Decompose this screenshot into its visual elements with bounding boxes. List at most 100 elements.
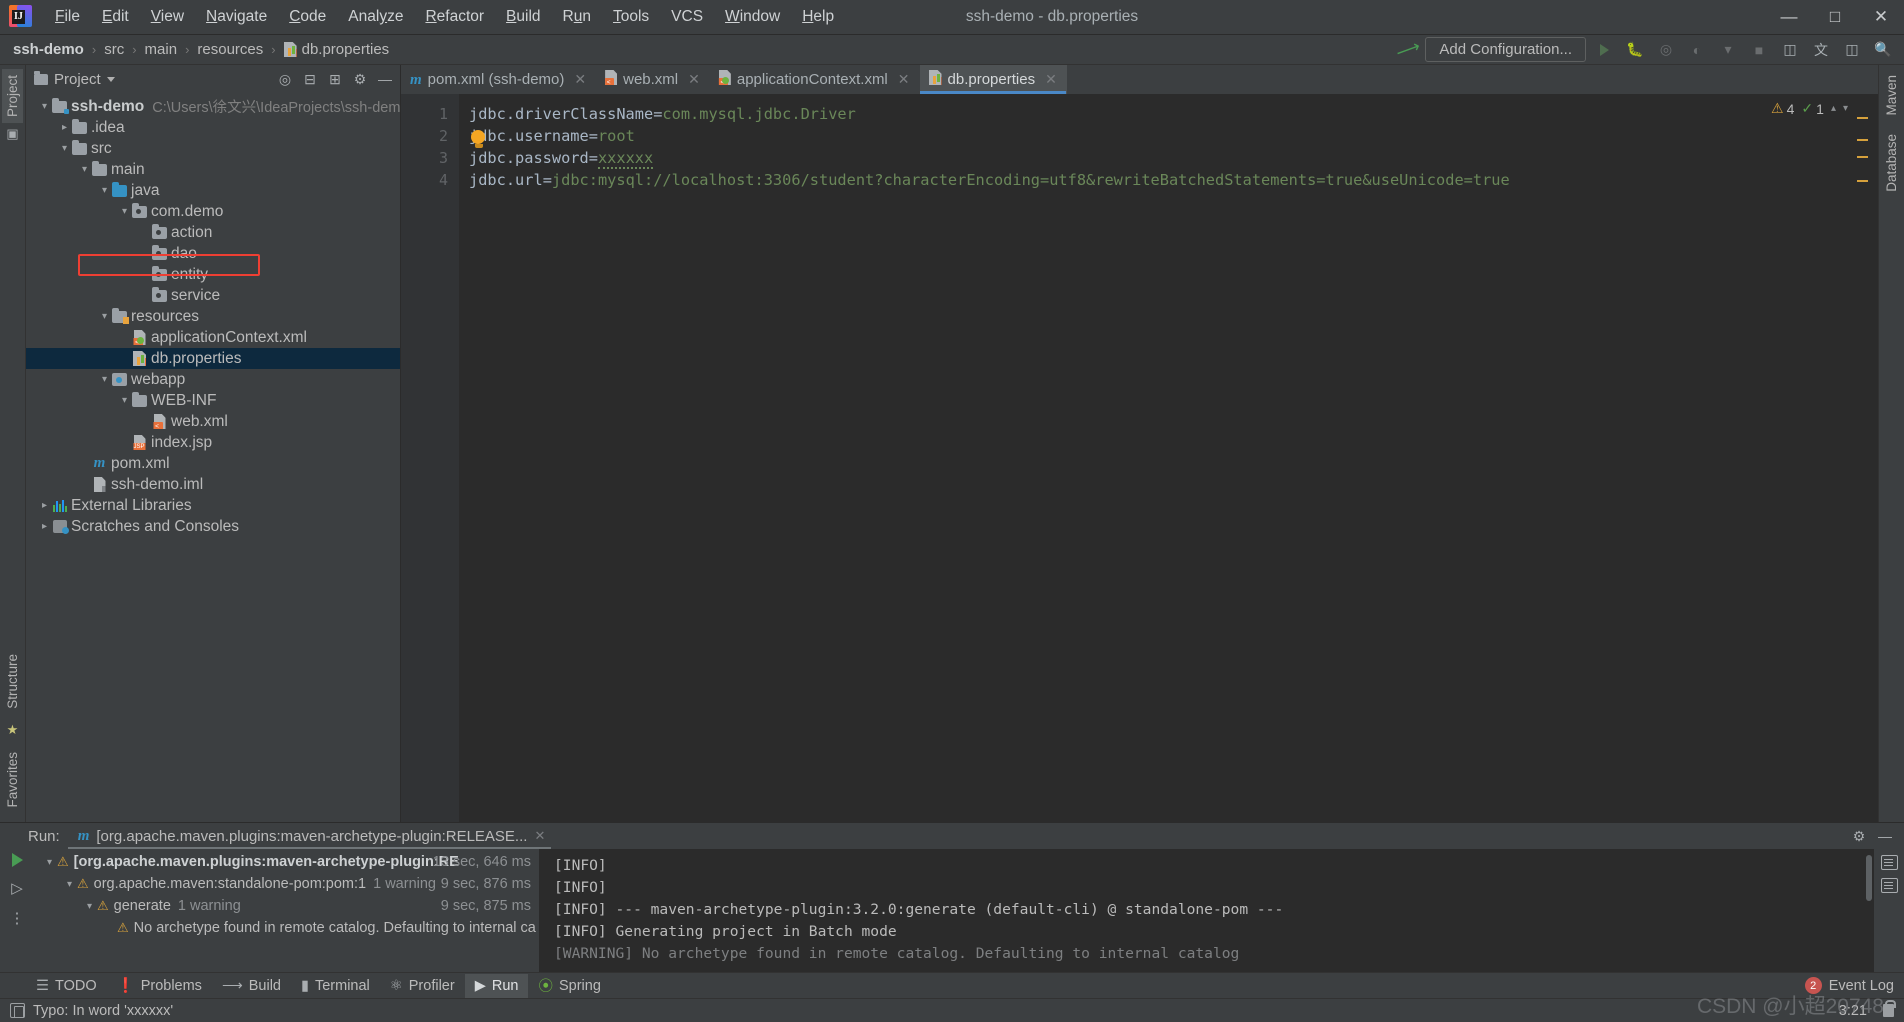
run-coverage-button[interactable]: ◎ xyxy=(1653,38,1679,62)
build-tree-row[interactable]: ▾ ⚠ generate 1 warning 9 sec, 875 ms xyxy=(34,895,539,917)
scroll-to-end-icon[interactable] xyxy=(1880,878,1898,893)
wrap-text-icon[interactable] xyxy=(1880,855,1898,870)
breadcrumb-item-src[interactable]: src xyxy=(101,39,127,60)
chevron-right-icon[interactable]: ▸ xyxy=(38,500,51,511)
hide-panel-icon[interactable]: — xyxy=(1874,825,1896,847)
project-tree[interactable]: ▾ ssh-demo C:\Users\徐文兴\IdeaProjects\ssh-d… xyxy=(26,93,400,822)
tree-item[interactable]: ▸ External Libraries xyxy=(26,495,400,516)
add-configuration-button[interactable]: Add Configuration... xyxy=(1425,37,1586,62)
tree-item[interactable]: ▾ com.demo xyxy=(26,201,400,222)
menu-refactor[interactable]: Refactor xyxy=(414,3,495,31)
tree-item[interactable]: entity xyxy=(26,264,400,285)
tree-item[interactable]: ▾ src xyxy=(26,138,400,159)
caret-position[interactable]: 3:21 xyxy=(1839,1003,1867,1019)
search-icon[interactable]: 🔍 xyxy=(1870,38,1896,62)
bottom-tab-todo[interactable]: ☰ TODO xyxy=(26,974,107,998)
menu-build[interactable]: Build xyxy=(495,3,551,31)
chevron-down-icon[interactable]: ▾ xyxy=(38,101,51,112)
tree-item[interactable]: ssh-demo.iml xyxy=(26,474,400,495)
tree-item[interactable]: ▸ Scratches and Consoles xyxy=(26,516,400,537)
tree-item[interactable]: ▾ main xyxy=(26,159,400,180)
project-panel-title-group[interactable]: Project xyxy=(34,70,115,88)
tool-window-structure[interactable]: Structure xyxy=(2,648,23,715)
editor-tab[interactable]: < web.xml ✕ xyxy=(596,65,710,94)
close-button[interactable]: ✕ xyxy=(1858,0,1904,35)
close-icon[interactable]: ✕ xyxy=(574,71,586,88)
code-line[interactable]: jdbc.password=xxxxxx xyxy=(459,147,1878,169)
stop-button[interactable]: ■ xyxy=(1746,38,1772,62)
chevron-down-icon[interactable]: ▾ xyxy=(118,206,131,217)
bottom-tab-profiler[interactable]: ⚛ Profiler xyxy=(380,974,465,998)
chevron-right-icon[interactable]: ▸ xyxy=(58,122,71,133)
tree-item[interactable]: service xyxy=(26,285,400,306)
tree-item[interactable]: < applicationContext.xml xyxy=(26,327,400,348)
collapse-all-icon[interactable]: ⊟ xyxy=(299,68,321,90)
chevron-down-icon[interactable]: ▾ xyxy=(58,143,71,154)
lock-icon[interactable] xyxy=(1883,1000,1896,1017)
close-icon[interactable]: ✕ xyxy=(898,71,910,88)
tree-item[interactable]: m pom.xml xyxy=(26,453,400,474)
menu-code[interactable]: Code xyxy=(278,3,337,31)
bottom-tab-problems[interactable]: ❗ Problems xyxy=(107,973,212,998)
profile-button[interactable]: ◐ xyxy=(1684,38,1710,62)
commit-icon[interactable]: ▣ xyxy=(6,126,18,142)
intention-bulb-icon[interactable] xyxy=(471,130,486,148)
code-line[interactable]: jdbc.driverClassName=com.mysql.jdbc.Driv… xyxy=(459,103,1878,125)
build-tree-row[interactable]: ▾ ⚠ [org.apache.maven.plugins:maven-archet… xyxy=(34,851,539,873)
tree-item-selected[interactable]: db.properties xyxy=(26,348,400,369)
chevron-down-icon[interactable]: ▾ xyxy=(42,857,57,868)
console-scrollbar[interactable] xyxy=(1866,855,1872,901)
editor-tab[interactable]: db.properties ✕ xyxy=(919,65,1067,94)
menu-vcs[interactable]: VCS xyxy=(660,3,714,31)
expand-icon[interactable]: ⊞ xyxy=(324,68,346,90)
tree-item[interactable]: ▸ .idea xyxy=(26,117,400,138)
favorites-star-icon[interactable]: ★ xyxy=(7,722,19,738)
breadcrumb-item-file[interactable]: db.properties xyxy=(281,39,393,60)
project-structure-button[interactable]: ◫ xyxy=(1777,38,1803,62)
event-log-group[interactable]: 2 Event Log xyxy=(1804,977,1904,994)
chevron-up-icon[interactable]: ▴ xyxy=(1831,103,1836,114)
tree-item[interactable]: ▾ webapp xyxy=(26,369,400,390)
tool-window-project[interactable]: Project xyxy=(2,69,23,124)
chevron-down-icon[interactable]: ▾ xyxy=(98,374,111,385)
locate-icon[interactable]: ◎ xyxy=(274,68,296,90)
rerun-button[interactable] xyxy=(11,853,23,867)
tree-item[interactable]: action xyxy=(26,222,400,243)
editor-tab[interactable]: < applicationContext.xml ✕ xyxy=(710,65,920,94)
tree-item[interactable]: ▾ ssh-demo C:\Users\徐文兴\IdeaProjects\ssh-d… xyxy=(26,96,400,117)
main-menu-bar[interactable]: File Edit View Navigate Code Analyze Ref… xyxy=(44,3,845,31)
chevron-right-icon[interactable]: ▸ xyxy=(38,521,51,532)
translate-icon[interactable]: 文 xyxy=(1808,38,1834,62)
chevron-down-icon[interactable]: ▾ xyxy=(1843,103,1848,114)
code-line[interactable]: jdbc.username=root xyxy=(459,125,1878,147)
settings-gear-icon[interactable]: ⚙ xyxy=(349,68,371,90)
menu-analyze[interactable]: Analyze xyxy=(337,3,414,31)
chevron-down-icon[interactable]: ▾ xyxy=(62,879,77,890)
tree-item[interactable]: < web.xml xyxy=(26,411,400,432)
breadcrumb-item-main[interactable]: main xyxy=(142,39,181,60)
menu-file[interactable]: File xyxy=(44,3,91,31)
tree-item[interactable]: ▾ resources xyxy=(26,306,400,327)
debug-button[interactable]: 🐛 xyxy=(1622,38,1648,62)
menu-window[interactable]: Window xyxy=(714,3,791,31)
bottom-tab-terminal[interactable]: ▮ Terminal xyxy=(291,974,380,998)
editor-code-area[interactable]: jdbc.driverClassName = com.mysql.jdbc.Driv… xyxy=(459,94,1878,822)
breadcrumb[interactable]: ssh-demo › src › main › resources › db.p… xyxy=(10,39,392,60)
bottom-tab-build[interactable]: ⟶ Build xyxy=(212,974,291,998)
tool-window-favorites[interactable]: Favorites xyxy=(2,746,23,814)
menu-tools[interactable]: Tools xyxy=(602,3,660,31)
close-icon[interactable]: ✕ xyxy=(688,71,700,88)
inspection-widget[interactable]: ⚠ 4 ✓ 1 ▴ ▾ xyxy=(1771,100,1848,117)
build-hammer-icon[interactable]: ⟶ xyxy=(1393,36,1423,63)
menu-navigate[interactable]: Navigate xyxy=(195,3,278,31)
chevron-down-icon[interactable]: ▾ xyxy=(118,395,131,406)
tree-item[interactable]: ▾ java xyxy=(26,180,400,201)
bottom-tool-tabs[interactable]: ☰ TODO ❗ Problems ⟶ Build ▮ Terminal ⚛ Profiler ▶ R… xyxy=(0,972,1904,998)
editor-area[interactable]: 1 2 3 4 jdbc.driverClassName = com.mysql.jdbc… xyxy=(401,94,1878,822)
build-tree-row[interactable]: ⚠ No archetype found in remote catalog. D… xyxy=(34,917,539,939)
settings-gear-icon[interactable]: ⚙ xyxy=(1848,825,1870,847)
skip-tests-icon[interactable]: ▷ xyxy=(11,879,23,897)
close-icon[interactable]: ✕ xyxy=(1045,71,1057,88)
run-button[interactable] xyxy=(1591,38,1617,62)
editor-tabs-bar[interactable]: m pom.xml (ssh-demo) ✕ < web.xml ✕ < applicatio… xyxy=(401,65,1878,94)
